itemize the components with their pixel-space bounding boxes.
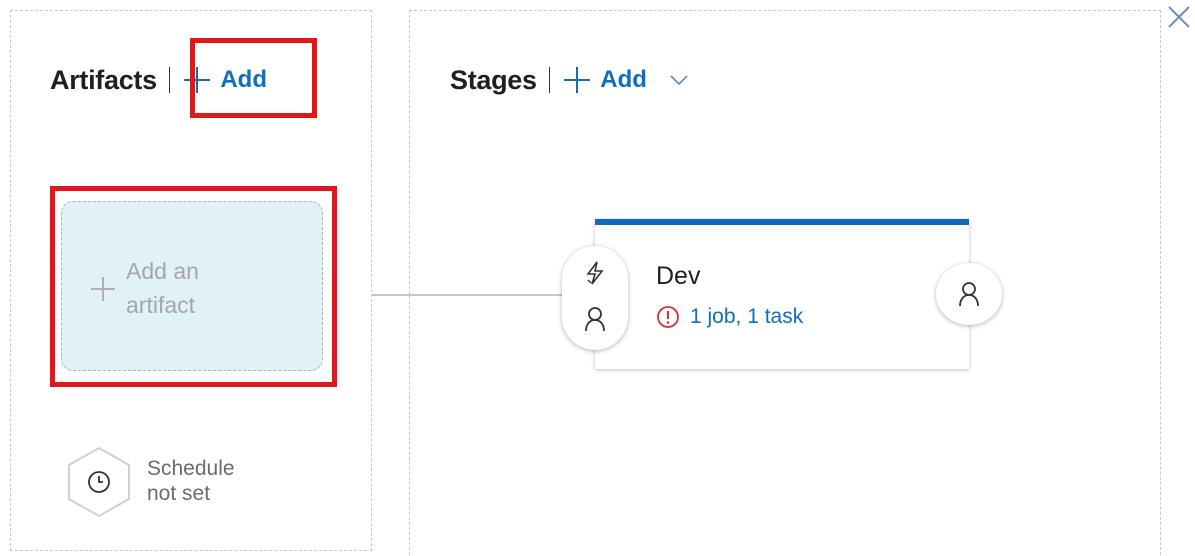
schedule-trigger-button[interactable] — [66, 446, 132, 523]
person-icon — [959, 282, 979, 307]
close-button[interactable] — [1166, 4, 1192, 35]
clock-icon — [68, 446, 130, 518]
stage-name[interactable]: Dev — [656, 262, 700, 291]
schedule-line1: Schedule — [147, 457, 235, 480]
schedule-line2: not set — [147, 482, 211, 505]
add-stage-label: Add — [600, 66, 647, 93]
stage-status-text: 1 job, 1 task — [690, 305, 804, 328]
highlight-box — [50, 186, 337, 387]
stages-header: Stages Add — [450, 60, 689, 100]
lightning-icon — [586, 261, 604, 285]
pre-deployment-conditions[interactable] — [562, 246, 628, 350]
highlight-box — [190, 38, 317, 118]
stages-title: Stages — [450, 64, 537, 95]
add-stage-button[interactable]: Add — [562, 65, 689, 95]
plus-icon — [564, 67, 591, 93]
header-divider — [168, 67, 171, 93]
error-circle-icon — [657, 306, 679, 328]
header-divider — [548, 67, 551, 93]
person-icon — [585, 307, 605, 332]
post-deployment-conditions[interactable] — [936, 263, 1002, 325]
schedule-status: Schedule not set — [147, 456, 287, 506]
close-icon — [1168, 6, 1190, 28]
stage-status[interactable]: 1 job, 1 task — [656, 305, 803, 329]
release-pipeline-canvas: Artifacts Add Add an artifact Schedule n… — [0, 0, 1195, 556]
artifacts-title: Artifacts — [50, 64, 157, 95]
stage-card-dev[interactable] — [595, 219, 969, 369]
chevron-down-icon[interactable] — [669, 74, 689, 86]
